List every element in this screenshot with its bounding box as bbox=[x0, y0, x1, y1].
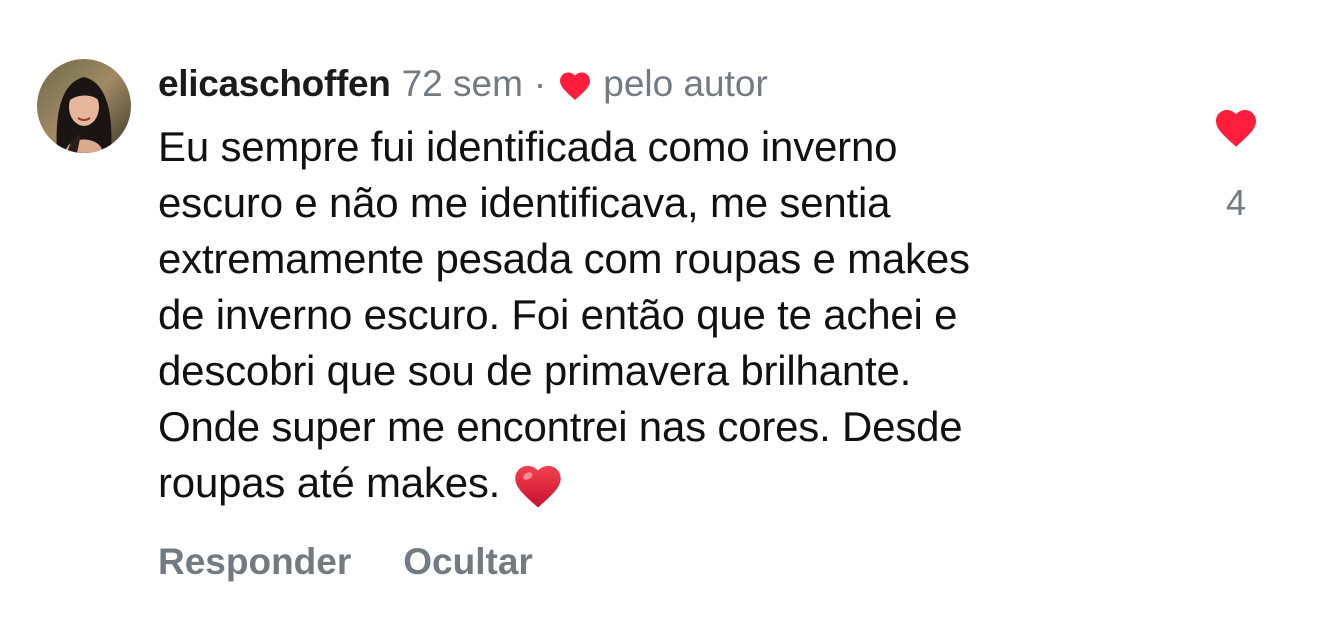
separator-dot: · bbox=[533, 63, 547, 104]
comment: elicaschoffen 72 sem · pelo autor Eu sem… bbox=[0, 0, 1320, 630]
like-count: 4 bbox=[1225, 182, 1247, 223]
avatar[interactable] bbox=[37, 59, 131, 153]
comment-body: elicaschoffen 72 sem · pelo autor Eu sem… bbox=[158, 58, 1158, 511]
timestamp: 72 sem bbox=[401, 63, 523, 104]
username-link[interactable]: elicaschoffen bbox=[158, 63, 391, 105]
comment-text: Eu sempre fui identificada como inverno … bbox=[158, 119, 1158, 511]
liked-by-author-label: pelo autor bbox=[603, 63, 768, 104]
heart-icon[interactable] bbox=[1212, 104, 1260, 148]
hide-button[interactable]: Ocultar bbox=[403, 541, 533, 583]
red-heart-emoji-icon bbox=[515, 465, 561, 508]
comment-actions: Responder Ocultar bbox=[158, 541, 533, 583]
like-control: 4 bbox=[1206, 104, 1266, 224]
comment-meta: elicaschoffen 72 sem · pelo autor bbox=[158, 58, 1158, 110]
heart-icon bbox=[560, 72, 591, 100]
comment-text-content: Eu sempre fui identificada como inverno … bbox=[158, 123, 970, 506]
reply-button[interactable]: Responder bbox=[158, 541, 351, 583]
